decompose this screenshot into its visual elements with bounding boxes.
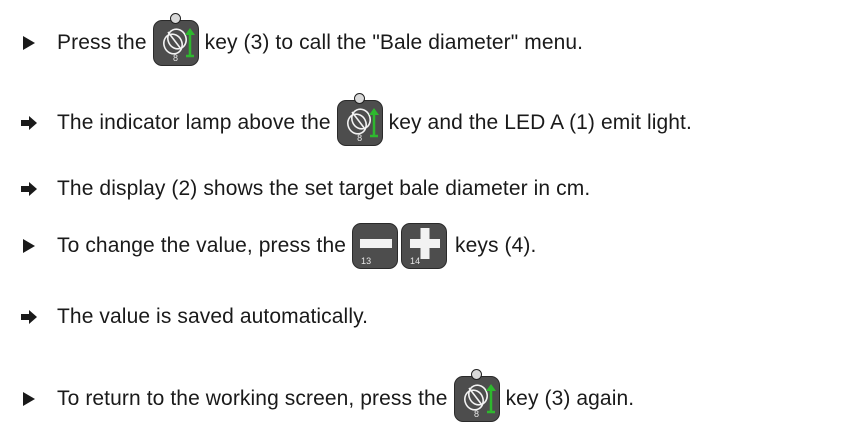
step-text: The indicator lamp above the 8 key and t… — [57, 93, 692, 146]
key-number: 8 — [173, 53, 179, 63]
step-text-after: key (3) again. — [505, 387, 635, 410]
key-number: 13 — [361, 256, 372, 266]
step-text: The value is saved automatically. — [57, 305, 368, 329]
step-text-before: The indicator lamp above the — [57, 111, 331, 134]
step-row: Press the 8 key (3) to call the "Bale di… — [0, 13, 864, 68]
step-text-before: Press the — [57, 31, 147, 54]
bale-diameter-key-icon: 8 — [152, 13, 199, 66]
step-text-after: key (3) to call the "Bale diameter" menu… — [204, 31, 584, 54]
result-arrow-icon — [17, 111, 41, 135]
plus-key-icon: 14 — [401, 223, 448, 269]
step-text: To change the value, press the 13 14 key… — [57, 223, 536, 269]
step-row: The indicator lamp above the 8 key and t… — [0, 93, 864, 148]
minus-key-icon: 13 — [352, 223, 399, 269]
action-bullet-icon — [17, 387, 41, 411]
step-text: Press the 8 key (3) to call the "Bale di… — [57, 13, 584, 66]
step-text: To return to the working screen, press t… — [57, 369, 635, 422]
action-bullet-icon — [17, 234, 41, 258]
step-text-before: The display (2) shows the set target bal… — [57, 177, 591, 200]
key-number: 14 — [410, 256, 421, 266]
step-text-after: key and the LED A (1) emit light. — [388, 111, 692, 134]
step-row: The value is saved automatically. — [0, 292, 864, 342]
step-text: The display (2) shows the set target bal… — [57, 177, 590, 201]
step-row: The display (2) shows the set target bal… — [0, 164, 864, 214]
step-text-after: keys (4). — [455, 234, 537, 257]
key-number: 8 — [357, 133, 363, 143]
step-text-before: The value is saved automatically. — [57, 305, 369, 328]
result-arrow-icon — [17, 177, 41, 201]
result-arrow-icon — [17, 305, 41, 329]
step-text-before: To return to the working screen, press t… — [57, 387, 448, 410]
step-row: To change the value, press the 13 14 key… — [0, 221, 864, 271]
step-row: To return to the working screen, press t… — [0, 369, 864, 424]
bale-diameter-key-icon: 8 — [336, 93, 383, 146]
bale-diameter-key-icon: 8 — [453, 369, 500, 422]
step-text-before: To change the value, press the — [57, 234, 347, 257]
action-bullet-icon — [17, 31, 41, 55]
key-number: 8 — [474, 409, 480, 419]
minus-plus-keys: 13 14 — [352, 223, 448, 269]
